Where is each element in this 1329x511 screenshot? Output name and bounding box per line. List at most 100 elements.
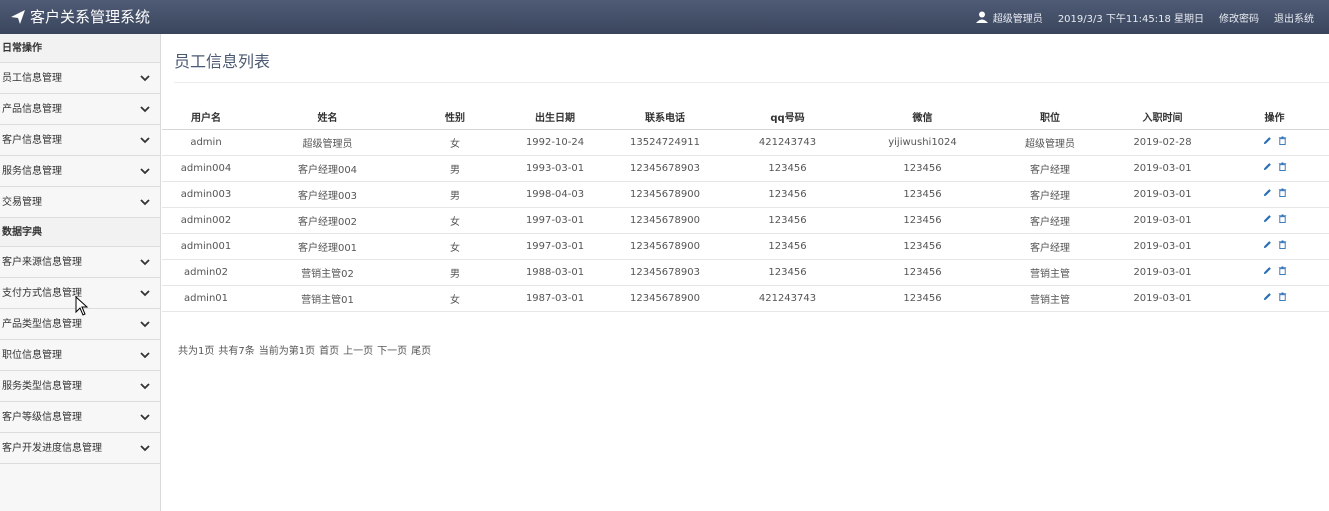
sidebar-item[interactable]: 职位信息管理 [0,340,160,371]
top-right-area: 超级管理员 2019/3/3 下午11:45:18 星期日 修改密码 退出系统 [975,0,1329,34]
delete-trash-icon[interactable] [1278,292,1287,301]
sidebar-item-label: 客户信息管理 [2,135,62,146]
table-cell: 2019-03-01 [1105,233,1220,260]
table-cell: 1997-03-01 [505,233,605,260]
pager-first-link[interactable]: 首页 [319,342,339,357]
table-cell: 1988-03-01 [505,259,605,286]
sidebar-item-label: 客户开发进度信息管理 [2,443,102,454]
sidebar-item[interactable]: 员工信息管理 [0,63,160,94]
column-header[interactable]: 用户名 [162,104,250,130]
change-password-link[interactable]: 修改密码 [1219,10,1259,25]
table-cell: 客户经理003 [250,181,405,208]
edit-pencil-icon[interactable] [1263,188,1272,197]
pager-next-link[interactable]: 下一页 [377,342,407,357]
table-cell: 客户经理 [995,181,1105,208]
table-cell: 123456 [850,207,995,234]
table-cell: admin001 [162,233,250,260]
table-cell: 男 [405,181,505,208]
table-cell: 客户经理002 [250,207,405,234]
edit-pencil-icon[interactable] [1263,214,1272,223]
column-header[interactable]: qq号码 [725,104,850,130]
table-cell: 421243743 [725,129,850,156]
table-cell: 123456 [850,285,995,312]
pager-prev-link[interactable]: 上一页 [343,342,373,357]
actions-cell [1220,181,1329,208]
table-cell: 2019-03-01 [1105,207,1220,234]
table-cell: 123456 [850,233,995,260]
table-cell: 12345678900 [605,207,725,234]
edit-pencil-icon[interactable] [1263,136,1272,145]
column-header[interactable]: 微信 [850,104,995,130]
page-title: 员工信息列表 [174,52,271,71]
delete-trash-icon[interactable] [1278,214,1287,223]
edit-pencil-icon[interactable] [1263,162,1272,171]
chevron-down-icon [140,199,150,206]
table-cell: 1997-03-01 [505,207,605,234]
app-title: 客户关系管理系统 [30,8,151,26]
sidebar: 日常操作 员工信息管理 产品信息管理 客户信息管理 服务信息管理 交易管理 数据字典 客… [0,34,161,511]
actions-cell [1220,129,1329,156]
table-cell: 客户经理 [995,233,1105,260]
table-row: admin004 客户经理004 男 1993-03-01 12345678903 123… [162,155,1329,182]
delete-trash-icon[interactable] [1278,188,1287,197]
chevron-down-icon [140,75,150,82]
logout-link[interactable]: 退出系统 [1274,10,1314,25]
table-cell: 营销主管01 [250,285,405,312]
table-cell: admin004 [162,155,250,182]
sidebar-item[interactable]: 客户等级信息管理 [0,402,160,433]
delete-trash-icon[interactable] [1278,266,1287,275]
table-cell: 女 [405,233,505,260]
table-cell: 421243743 [725,285,850,312]
sidebar-item-label: 员工信息管理 [2,73,62,84]
table-cell: 1993-03-01 [505,155,605,182]
sidebar-item[interactable]: 客户来源信息管理 [0,247,160,278]
sidebar-item-label: 产品信息管理 [2,104,62,115]
table-cell: 123456 [850,155,995,182]
table-cell: 12345678903 [605,259,725,286]
table-row: admin002 客户经理002 女 1997-03-01 12345678900 123… [162,207,1329,234]
delete-trash-icon[interactable] [1278,240,1287,249]
table-row: admin 超级管理员女 1992-10-24 13524724911 42124374… [162,129,1329,156]
pager-total-records: 共有7条 [218,346,255,357]
column-header[interactable]: 操作 [1220,104,1329,130]
table-cell: 123456 [850,181,995,208]
chevron-down-icon [140,137,150,144]
mouse-cursor-icon [75,296,89,316]
sidebar-item-label: 产品类型信息管理 [2,319,82,330]
table-cell: 12345678900 [605,181,725,208]
edit-pencil-icon[interactable] [1263,292,1272,301]
table-cell: 1987-03-01 [505,285,605,312]
table-cell: 123456 [850,259,995,286]
actions-cell [1220,259,1329,286]
table-cell: 客户经理001 [250,233,405,260]
pager-last-link[interactable]: 尾页 [411,342,431,357]
column-header[interactable]: 姓名 [250,104,405,130]
delete-trash-icon[interactable] [1278,136,1287,145]
datetime-display: 2019/3/3 下午11:45:18 星期日 [1057,13,1204,25]
sidebar-item[interactable]: 产品信息管理 [0,94,160,125]
column-header[interactable]: 性别 [405,104,505,130]
sidebar-item[interactable]: 客户信息管理 [0,125,160,156]
title-divider [174,82,1329,83]
sidebar-item[interactable]: 服务信息管理 [0,156,160,187]
sidebar-item[interactable]: 客户开发进度信息管理 [0,433,160,464]
table-cell: 2019-02-28 [1105,129,1220,156]
table-cell: admin02 [162,259,250,286]
edit-pencil-icon[interactable] [1263,266,1272,275]
actions-cell [1220,155,1329,182]
table-cell: 123456 [725,259,850,286]
table-cell: yijiwushi1024 [850,129,995,156]
sidebar-item[interactable]: 交易管理 [0,187,160,218]
user-icon [975,11,988,23]
edit-pencil-icon[interactable] [1263,240,1272,249]
sidebar-item[interactable]: 服务类型信息管理 [0,371,160,402]
delete-trash-icon[interactable] [1278,162,1287,171]
column-header[interactable]: 职位 [995,104,1105,130]
table-cell: 营销主管02 [250,259,405,286]
paper-plane-icon [11,10,25,24]
table-cell: 13524724911 [605,129,725,156]
column-header[interactable]: 入职时间 [1105,104,1220,130]
column-header[interactable]: 联系电话 [605,104,725,130]
column-header[interactable]: 出生日期 [505,104,605,130]
table-cell: 2019-03-01 [1105,285,1220,312]
